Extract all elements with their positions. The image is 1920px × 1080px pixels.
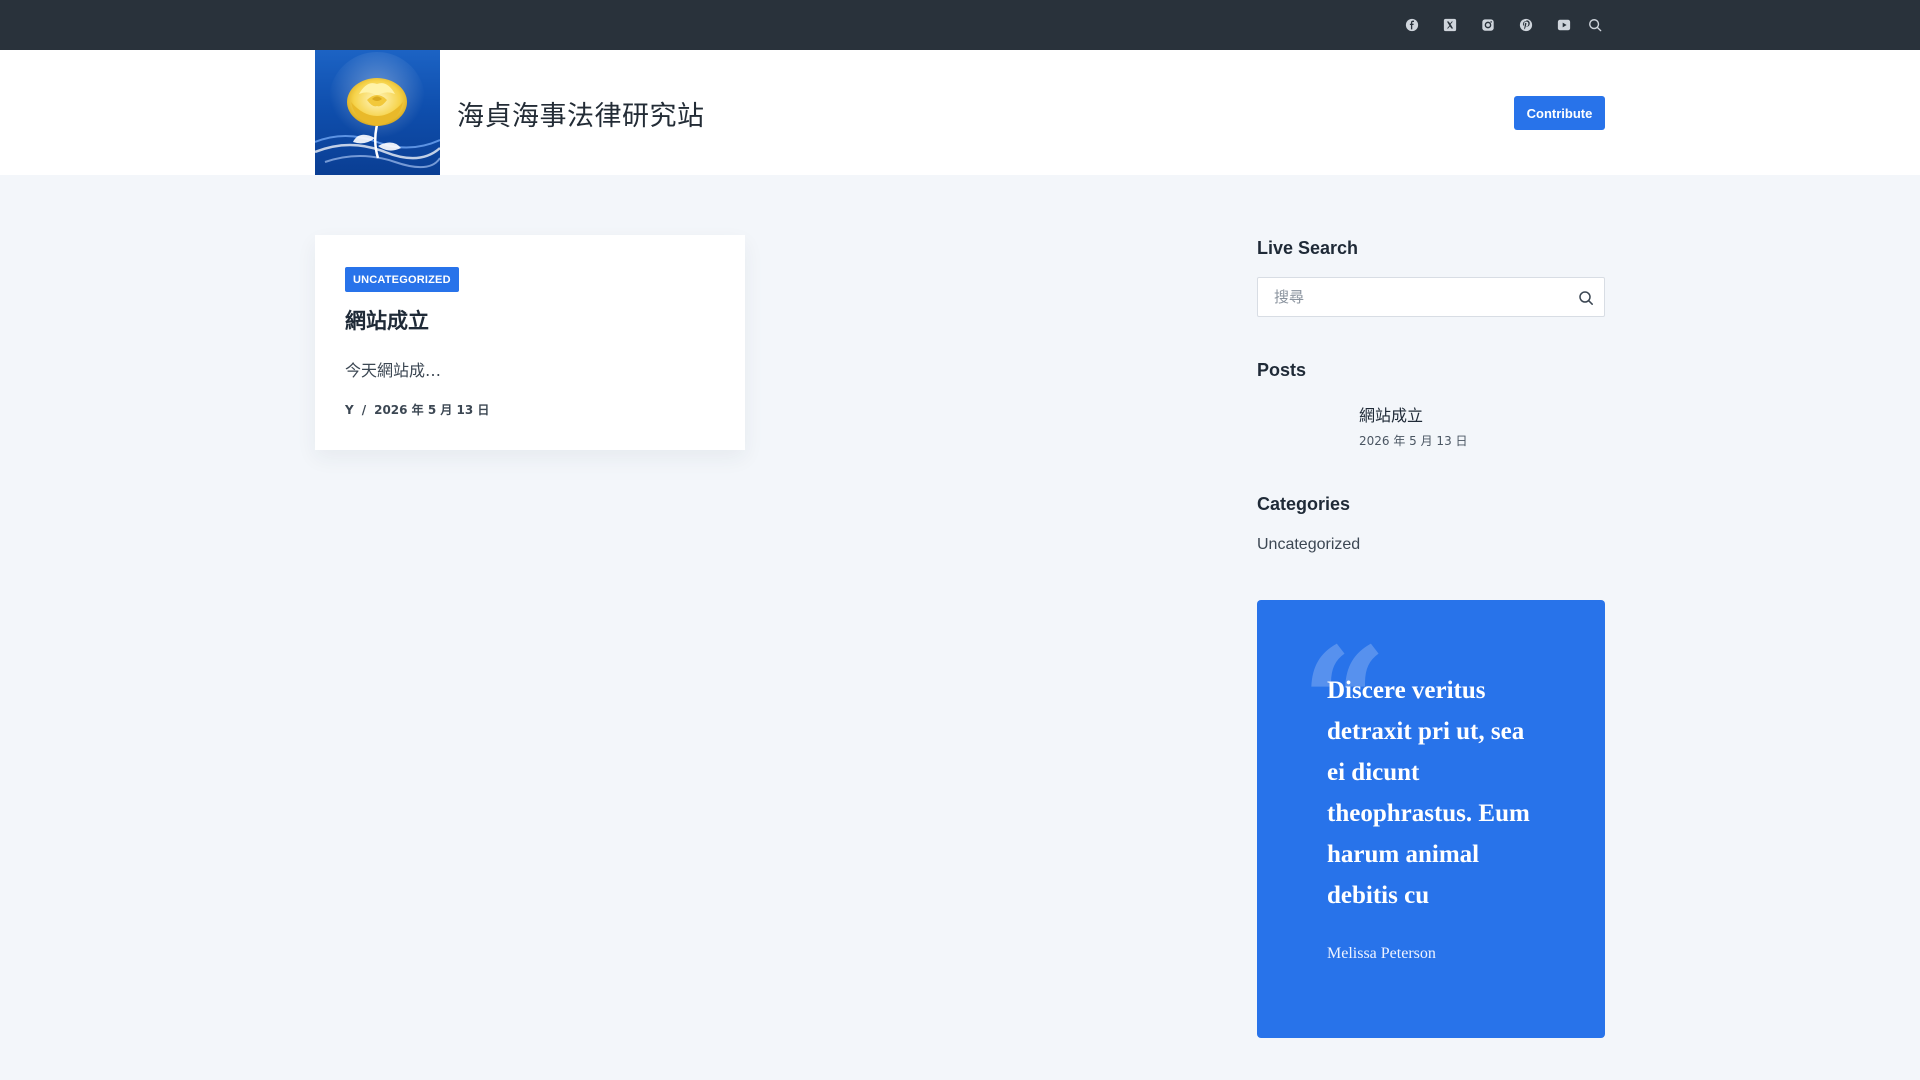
categories-widget-title: Categories: [1257, 494, 1351, 514]
quote-text: Discere veritus detraxit pri ut, sea ei …: [1327, 677, 1530, 909]
social-icons: [1393, 0, 1607, 50]
post-title[interactable]: 網站成立: [345, 305, 429, 335]
instagram-icon[interactable]: [1469, 0, 1507, 50]
facebook-icon[interactable]: [1393, 0, 1431, 50]
category-badge[interactable]: UNCATEGORIZED: [345, 267, 459, 292]
sidebar-post-title[interactable]: 網站成立: [1359, 402, 1423, 426]
youtube-icon[interactable]: [1545, 0, 1583, 50]
live-search-title: Live Search: [1257, 238, 1359, 258]
site-header: 海貞海事法律研究站 Contribute: [0, 50, 1920, 175]
category-link-uncategorized[interactable]: Uncategorized: [1257, 536, 1360, 554]
search-form: [1257, 277, 1605, 317]
top-bar: [0, 0, 1920, 50]
meta-separator: /: [361, 402, 367, 417]
search-icon[interactable]: [1583, 0, 1607, 50]
search-input[interactable]: [1258, 278, 1558, 316]
post-author[interactable]: Y: [345, 403, 354, 417]
x-twitter-icon[interactable]: [1431, 0, 1469, 50]
pinterest-icon[interactable]: [1507, 0, 1545, 50]
post-card: UNCATEGORIZED 網站成立 今天網站成… Y / 2026 年 5 月…: [315, 235, 745, 450]
quote-widget: “ Discere veritus detraxit pri ut, sea e…: [1257, 600, 1605, 1038]
search-icon[interactable]: [1578, 290, 1594, 306]
post-excerpt: 今天網站成…: [345, 361, 442, 380]
contribute-button[interactable]: Contribute: [1514, 96, 1605, 130]
quote-author: Melissa Peterson: [1327, 945, 1436, 962]
site-title[interactable]: 海貞海事法律研究站: [457, 94, 705, 133]
sidebar-post-date: 2026 年 5 月 13 日: [1359, 434, 1468, 448]
site-logo[interactable]: [315, 50, 440, 175]
post-meta: Y / 2026 年 5 月 13 日: [345, 401, 489, 418]
post-date: 2026 年 5 月 13 日: [374, 403, 490, 417]
posts-widget-title: Posts: [1257, 360, 1307, 380]
